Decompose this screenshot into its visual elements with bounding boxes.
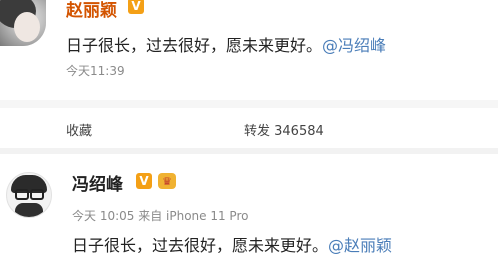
mention-link[interactable]: @赵丽颖 [328,236,392,255]
avatar[interactable] [0,0,46,46]
action-bar: 收藏 转发 346584 [0,108,498,148]
avatar[interactable] [6,172,52,218]
verified-badge-icon: V [136,173,152,189]
glasses-icon [15,189,29,200]
avatar-face [14,12,40,42]
post-text: 日子很长，过去很好，愿未来更好。@赵丽颖 [72,232,392,256]
repost-button[interactable]: 转发 346584 [244,120,324,139]
post-text: 日子很长，过去很好，愿未来更好。@冯绍峰 [66,32,386,56]
crown-badge-icon: ♛ [158,173,176,189]
favorite-button[interactable]: 收藏 [66,120,92,139]
author-name[interactable]: 赵丽颖 [66,0,117,21]
author-name[interactable]: 冯绍峰 [72,170,123,195]
divider [0,100,498,108]
post-text-main: 日子很长，过去很好，愿未来更好。 [66,36,323,55]
avatar-body [15,203,43,217]
post-text-main: 日子很长，过去很好，愿未来更好。 [72,236,329,255]
glasses-icon [30,189,44,200]
post-zhao: 赵丽颖 V 日子很长，过去很好，愿未来更好。@冯绍峰 今天11:39 [0,0,498,100]
mention-link[interactable]: @冯绍峰 [322,36,386,55]
post-time: 今天11:39 [66,64,125,78]
verified-badge-icon: V [128,0,144,14]
post-meta: 今天 10:05 来自 iPhone 11 Pro [72,209,249,223]
divider [0,148,498,154]
